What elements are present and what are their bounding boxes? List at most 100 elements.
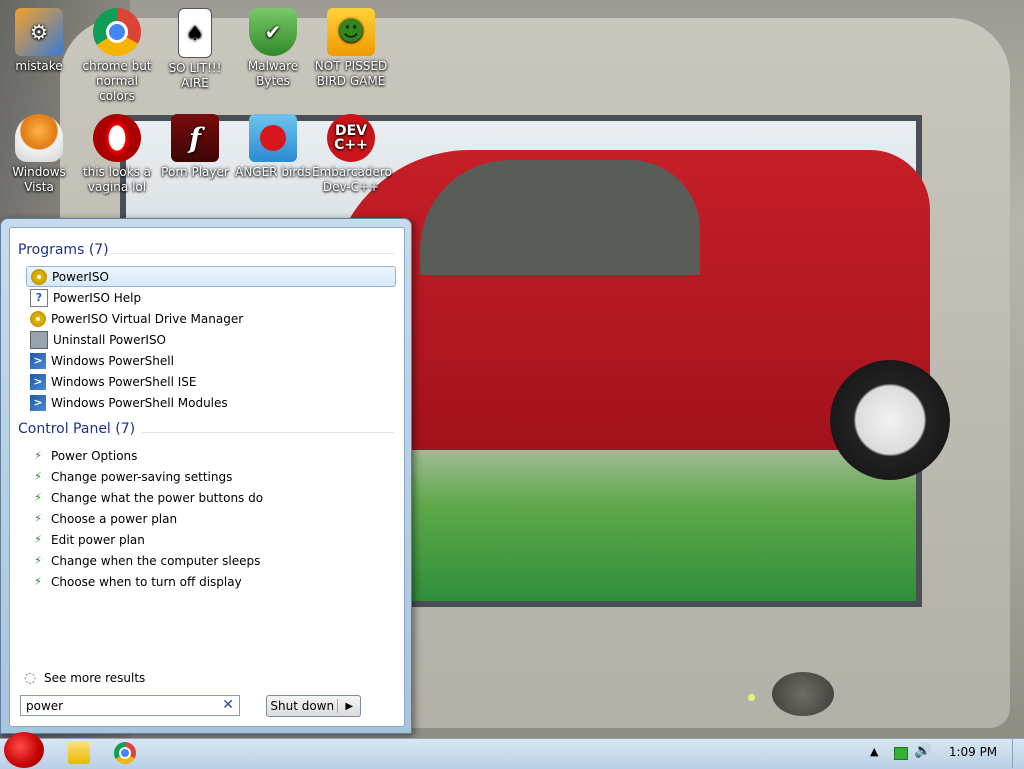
desktop-icon-windows-vista[interactable]: Windows Vista [0,114,78,195]
wallpaper-car-window [420,160,700,275]
uninstall-icon [30,330,48,349]
shutdown-label: Shut down [267,699,339,713]
start-menu-results-pane: Programs (7) PowerISO ? PowerISO Help Po… [9,227,405,727]
show-hidden-icons-arrow-icon[interactable]: ▲ [870,745,878,758]
desktop-icon-solitaire[interactable]: ♠ SO LIT!!! AIRE [156,8,234,91]
program-item-label: PowerISO Help [53,290,142,305]
desktop-icon-label: SO LIT!!! AIRE [168,61,222,90]
desktop-icon-opera[interactable]: this looks a vagina lol [78,114,156,195]
flash-icon: f [171,114,219,162]
show-desktop-button[interactable] [1012,739,1024,768]
program-item-poweriso-help[interactable]: ? PowerISO Help [26,287,396,308]
program-item-powershell-modules[interactable]: > Windows PowerShell Modules [26,392,396,413]
program-item-label: PowerISO [52,269,109,284]
program-item-poweriso-vdm[interactable]: PowerISO Virtual Drive Manager [26,308,396,329]
desktop-icon-malwarebytes[interactable]: ✔ Malware Bytes [234,8,312,89]
poweriso-icon [31,268,47,285]
cp-item-label: Change what the power buttons do [51,490,264,505]
program-item-powershell-ise[interactable]: > Windows PowerShell ISE [26,371,396,392]
program-item-powershell[interactable]: > Windows PowerShell [26,350,396,371]
volume-icon[interactable]: 🔊 [914,743,931,759]
start-search-input[interactable] [26,698,206,713]
cp-item-choose-plan[interactable]: ⚡ Choose a power plan [26,508,396,529]
devcpp-icon: DEV C++ [327,114,375,162]
angry-birds-icon [249,114,297,162]
cp-item-label: Choose a power plan [51,511,178,526]
power-options-icon: ⚡ [34,554,42,567]
see-more-results-link[interactable]: ◌ See more results [24,670,145,686]
desktop-icon-devcpp[interactable]: DEV C++ Embarcadero Dev-C++ [312,114,392,195]
power-options-icon: ⚡ [34,449,42,462]
cp-item-power-saving[interactable]: ⚡ Change power-saving settings [26,466,396,487]
cp-item-power-buttons[interactable]: ⚡ Change what the power buttons do [26,487,396,508]
power-options-icon: ⚡ [34,533,42,546]
start-button[interactable] [4,732,44,768]
program-item-uninstall-poweriso[interactable]: Uninstall PowerISO [26,329,396,350]
control-panel-section-header: Control Panel (7) [18,421,394,437]
bad-piggies-icon: ☻ [327,8,375,56]
clear-search-icon[interactable]: ✕ [222,697,234,713]
section-divider [110,253,394,254]
program-item-label: Windows PowerShell [51,353,174,368]
power-options-icon: ⚡ [34,470,42,483]
desktop-icon-label: Windows Vista [12,165,66,194]
search-icon: ◌ [24,670,37,686]
section-divider [142,432,394,433]
start-menu: Programs (7) PowerISO ? PowerISO Help Po… [0,218,412,734]
cp-item-label: Power Options [51,448,138,463]
program-item-label: Uninstall PowerISO [53,332,167,347]
opera-icon [93,114,141,162]
poweriso-icon [30,310,46,327]
cp-item-label: Change when the computer sleeps [51,553,261,568]
desktop-icon-label: ANGER birds [235,165,311,179]
chrome-taskbar-icon[interactable] [114,742,136,764]
explorer-folder-icon[interactable] [68,742,90,764]
programs-section-header: Programs (7) [18,242,394,258]
cp-item-power-options[interactable]: ⚡ Power Options [26,445,396,466]
power-options-icon: ⚡ [34,491,42,504]
setup-icon: ⚙ [15,8,63,56]
program-item-label: Windows PowerShell ISE [51,374,197,389]
program-item-label: PowerISO Virtual Drive Manager [51,311,244,326]
cp-item-label: Edit power plan [51,532,145,547]
see-more-label: See more results [44,671,146,685]
desktop-icon-label: chrome but normal colors [82,59,152,103]
desktop-icon-angry-birds[interactable]: ANGER birds [234,114,312,180]
desktop-icon-flash[interactable]: f Porn Player [156,114,234,180]
cp-item-label: Choose when to turn off display [51,574,242,589]
power-options-icon: ⚡ [34,512,42,525]
egg-icon [15,114,63,162]
wallpaper-car-wheel [830,360,950,480]
program-item-poweriso[interactable]: PowerISO [26,266,396,287]
desktop-icon-bad-piggies[interactable]: ☻ NOT PISSED BIRD GAME [312,8,390,89]
desktop-icon-label: this looks a vagina lol [82,165,152,194]
network-icon[interactable] [894,747,908,760]
taskbar-clock[interactable]: 1:09 PM [940,745,1006,759]
desktop-icon-label: mistake [15,59,63,73]
powershell-icon: > [30,373,46,390]
cp-item-sleep[interactable]: ⚡ Change when the computer sleeps [26,550,396,571]
program-item-label: Windows PowerShell Modules [51,395,228,410]
control-panel-header-label: Control Panel (7) [18,421,136,437]
chrome-icon [93,8,141,56]
wallpaper-power-led [748,694,755,701]
help-icon: ? [30,288,48,307]
desktop-icon-label: Embarcadero Dev-C++ [312,165,392,194]
programs-header-label: Programs (7) [18,242,109,258]
desktop-icon-chrome[interactable]: chrome but normal colors [78,8,156,104]
powershell-icon: > [30,352,46,369]
desktop-icon-label: NOT PISSED BIRD GAME [314,59,388,88]
desktop-icon-label: Porn Player [161,165,229,179]
cp-item-label: Change power-saving settings [51,469,233,484]
shield-icon: ✔ [249,8,297,56]
cp-item-display-off[interactable]: ⚡ Choose when to turn off display [26,571,396,592]
cp-item-edit-plan[interactable]: ⚡ Edit power plan [26,529,396,550]
start-search-box[interactable]: ✕ [20,695,240,716]
shutdown-options-arrow-icon[interactable]: ▶ [338,701,360,712]
wallpaper-monitor-knob [772,672,834,716]
desktop-icon-mistake[interactable]: ⚙ mistake [0,8,78,74]
power-options-icon: ⚡ [34,575,42,588]
shutdown-button[interactable]: Shut down ▶ [266,695,361,717]
desktop-icon-label: Malware Bytes [247,59,299,88]
powershell-icon: > [30,394,46,411]
